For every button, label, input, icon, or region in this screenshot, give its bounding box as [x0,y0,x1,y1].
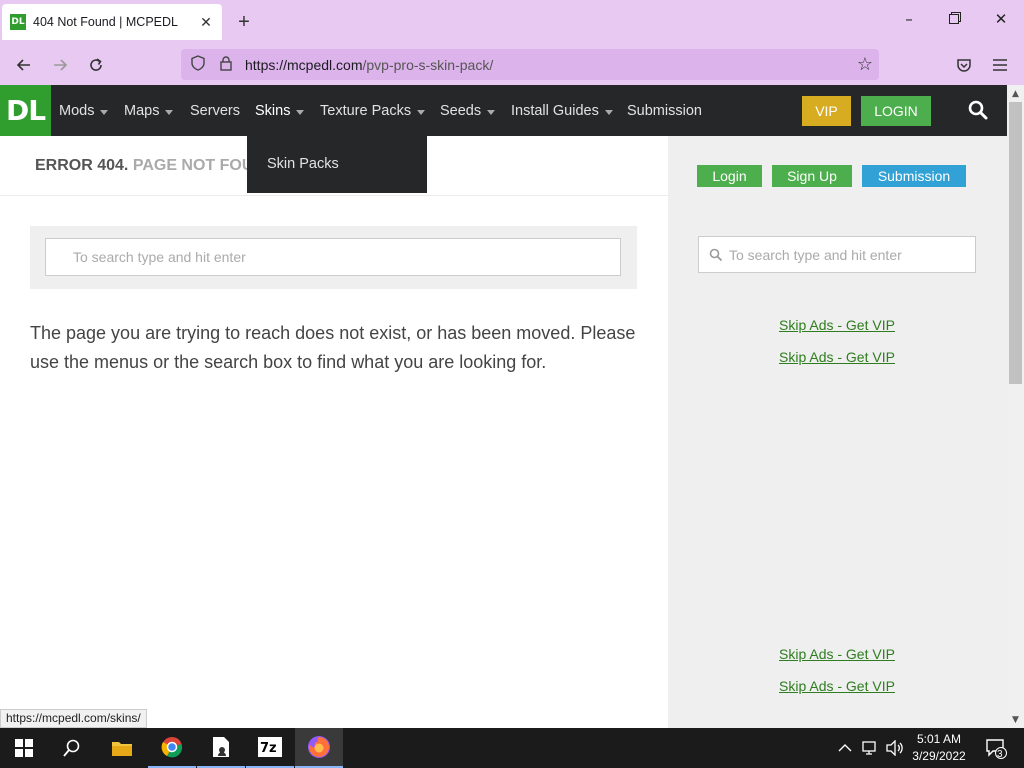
file-explorer-icon[interactable] [98,728,146,768]
system-clock[interactable]: 5:01 AM 3/29/2022 [905,731,973,765]
nav-seeds[interactable]: Seeds [440,85,496,136]
nav-mods[interactable]: Mods [59,85,109,136]
svg-text:7z: 7z [260,741,277,756]
error-message: The page you are trying to reach does no… [30,323,636,372]
bookmark-star-icon[interactable]: ☆ [857,54,873,75]
new-tab-icon[interactable]: + [233,11,255,33]
search-icon [709,248,723,261]
caret-down-icon [296,109,305,115]
back-icon[interactable] [12,53,36,77]
site-logo[interactable]: DL [0,85,51,136]
restore-icon[interactable] [945,10,965,28]
lock-icon[interactable] [217,55,235,75]
minimize-icon[interactable]: – [899,10,919,28]
scroll-down-icon[interactable]: ▼ [1007,711,1024,728]
caret-down-icon [487,109,496,115]
sidebar: Login Sign Up Submission To search type … [668,136,1007,728]
browser-toolbar: https://mcpedl.com/pvp-pro-s-skin-pack/ … [0,44,1024,85]
browser-tab-strip: DL 404 Not Found | MCPEDL ✕ + – ✕ [0,0,1024,44]
skins-dropdown: Skin Packs [247,136,427,193]
search-panel: To search type and hit enter [30,226,637,289]
show-hidden-icons[interactable] [838,728,852,768]
sidebar-submission-button[interactable]: Submission [862,165,966,187]
search-taskbar-icon[interactable] [48,728,96,768]
browser-tab[interactable]: DL 404 Not Found | MCPEDL ✕ [2,4,222,40]
dropdown-item-skin-packs[interactable]: Skin Packs [267,156,339,172]
volume-icon[interactable] [886,728,904,768]
sidebar-login-button[interactable]: Login [697,165,762,187]
sidebar-search-input[interactable]: To search type and hit enter [698,236,976,273]
clock-time: 5:01 AM [916,732,962,746]
close-tab-icon[interactable]: ✕ [198,14,214,31]
caret-down-icon [417,109,426,115]
nav-skins[interactable]: Skins [255,85,305,136]
pocket-icon[interactable] [952,53,976,77]
nav-maps[interactable]: Maps [124,85,174,136]
caret-down-icon [165,109,174,115]
windows-start-icon[interactable] [0,728,48,768]
login-button[interactable]: LOGIN [861,96,931,126]
skip-ads-link[interactable]: Skip Ads - Get VIP [779,678,895,694]
scroll-thumb[interactable] [1009,102,1022,384]
close-window-icon[interactable]: ✕ [991,10,1011,28]
menu-hamburger-icon[interactable] [988,53,1012,77]
sidebar-signup-button[interactable]: Sign Up [772,165,852,187]
forward-icon[interactable] [48,53,72,77]
nav-servers[interactable]: Servers [190,85,240,136]
search-input[interactable]: To search type and hit enter [45,238,621,276]
skip-ads-link[interactable]: Skip Ads - Get VIP [779,317,895,333]
sidebar-search-placeholder: To search type and hit enter [729,246,902,263]
7zip-icon[interactable]: 7z [246,728,294,768]
address-bar[interactable]: https://mcpedl.com/pvp-pro-s-skin-pack/ … [181,49,879,80]
page-title: ERROR 404. PAGE NOT FOU [35,157,254,174]
url-text: https://mcpedl.com/pvp-pro-s-skin-pack/ [245,56,494,73]
site-header: DL Mods Maps Servers Skins Texture Packs… [0,85,1007,136]
document-app-icon[interactable] [197,728,245,768]
caret-down-icon [100,109,109,115]
nav-install-guides[interactable]: Install Guides [511,85,613,136]
notification-center-icon[interactable]: 3 [981,728,1011,768]
page-scrollbar[interactable]: ▲ ▼ [1007,85,1024,728]
nav-submission[interactable]: Submission [627,85,702,136]
clock-date: 3/29/2022 [912,749,966,763]
reload-icon[interactable] [84,53,108,77]
status-link-preview: https://mcpedl.com/skins/ [0,709,147,728]
notification-count: 3 [997,749,1003,760]
caret-down-icon [604,109,613,115]
skip-ads-link[interactable]: Skip Ads - Get VIP [779,349,895,365]
firefox-icon[interactable] [295,728,343,768]
divider [0,195,668,196]
taskbar: 7z 5:01 AM 3/29/2022 3 [0,728,1024,768]
scroll-up-icon[interactable]: ▲ [1007,85,1024,102]
tab-title: 404 Not Found | MCPEDL [33,15,178,29]
chrome-icon[interactable] [148,728,196,768]
nav-texture-packs[interactable]: Texture Packs [320,85,426,136]
shield-icon[interactable] [189,54,207,75]
skip-ads-link[interactable]: Skip Ads - Get VIP [779,646,895,662]
network-icon[interactable] [862,728,880,768]
site-favicon-icon: DL [10,14,26,30]
vip-button[interactable]: VIP [802,96,851,126]
search-icon[interactable] [958,95,998,125]
